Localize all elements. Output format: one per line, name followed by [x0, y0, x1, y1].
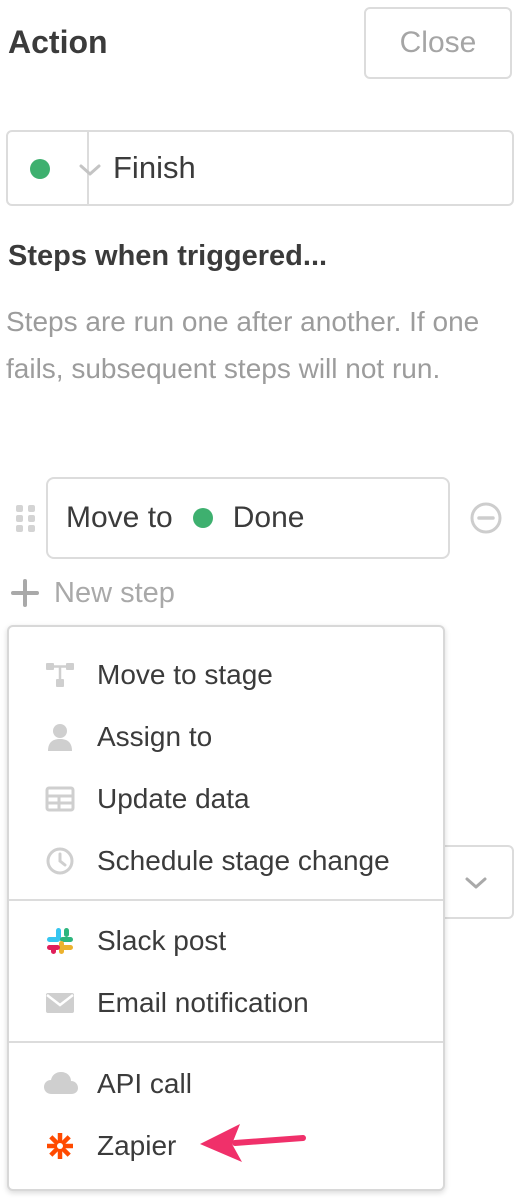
- chevron-down-icon: [465, 877, 487, 889]
- plus-icon: [11, 579, 39, 607]
- new-step-label: New step: [54, 576, 175, 609]
- menu-item-label: Move to stage: [97, 659, 273, 690]
- zapier-icon: [45, 1131, 75, 1161]
- stage-name-input[interactable]: [89, 132, 512, 204]
- stage-status-dot: [192, 508, 213, 528]
- annotation-arrow-icon: [200, 1124, 306, 1162]
- panel-title: Action: [8, 24, 108, 60]
- menu-item-api-call[interactable]: API call: [9, 1053, 443, 1115]
- menu-item-label: API call: [97, 1068, 192, 1099]
- steps-description: Steps are run one after another. If one …: [6, 306, 480, 384]
- new-step-button[interactable]: New step: [10, 575, 175, 611]
- menu-item-move-to-stage[interactable]: Move to stage: [9, 644, 443, 706]
- step-type-menu: Move to stage Assign to Update data Sche…: [7, 625, 445, 1191]
- step-stage-name: Done: [232, 501, 305, 534]
- menu-item-update-data[interactable]: Update data: [9, 768, 443, 830]
- drag-handle-icon[interactable]: [14, 503, 38, 533]
- close-button[interactable]: Close: [364, 7, 512, 79]
- menu-item-label: Assign to: [97, 721, 213, 752]
- user-icon: [45, 722, 75, 752]
- clock-icon: [45, 846, 75, 876]
- menu-item-email-notification[interactable]: Email notification: [9, 972, 443, 1034]
- menu-item-label: Schedule stage change: [97, 845, 390, 876]
- menu-divider: [9, 899, 443, 901]
- step-action-label: Move to: [66, 501, 173, 534]
- table-icon: [45, 784, 75, 814]
- slack-icon: [45, 926, 75, 956]
- steps-section-title: Steps when triggered...: [8, 240, 328, 272]
- menu-item-label: Email notification: [97, 987, 309, 1018]
- cloud-icon: [43, 1069, 79, 1099]
- menu-item-schedule-stage-change[interactable]: Schedule stage change: [9, 830, 443, 892]
- menu-item-assign-to[interactable]: Assign to: [9, 706, 443, 768]
- stage-color-picker[interactable]: [8, 132, 101, 204]
- menu-divider: [9, 1041, 443, 1043]
- remove-step-icon[interactable]: [469, 501, 503, 535]
- flow-icon: [45, 660, 75, 690]
- chevron-down-icon: [79, 164, 101, 176]
- stage-selector: [6, 130, 514, 206]
- menu-item-label: Slack post: [97, 925, 227, 956]
- menu-item-label: Update data: [97, 783, 250, 814]
- menu-item-label: Zapier: [97, 1130, 177, 1161]
- stage-color-dot: [30, 159, 50, 179]
- menu-item-slack-post[interactable]: Slack post: [9, 910, 443, 972]
- step-move-to[interactable]: Move to Done: [46, 477, 450, 559]
- envelope-icon: [45, 988, 75, 1018]
